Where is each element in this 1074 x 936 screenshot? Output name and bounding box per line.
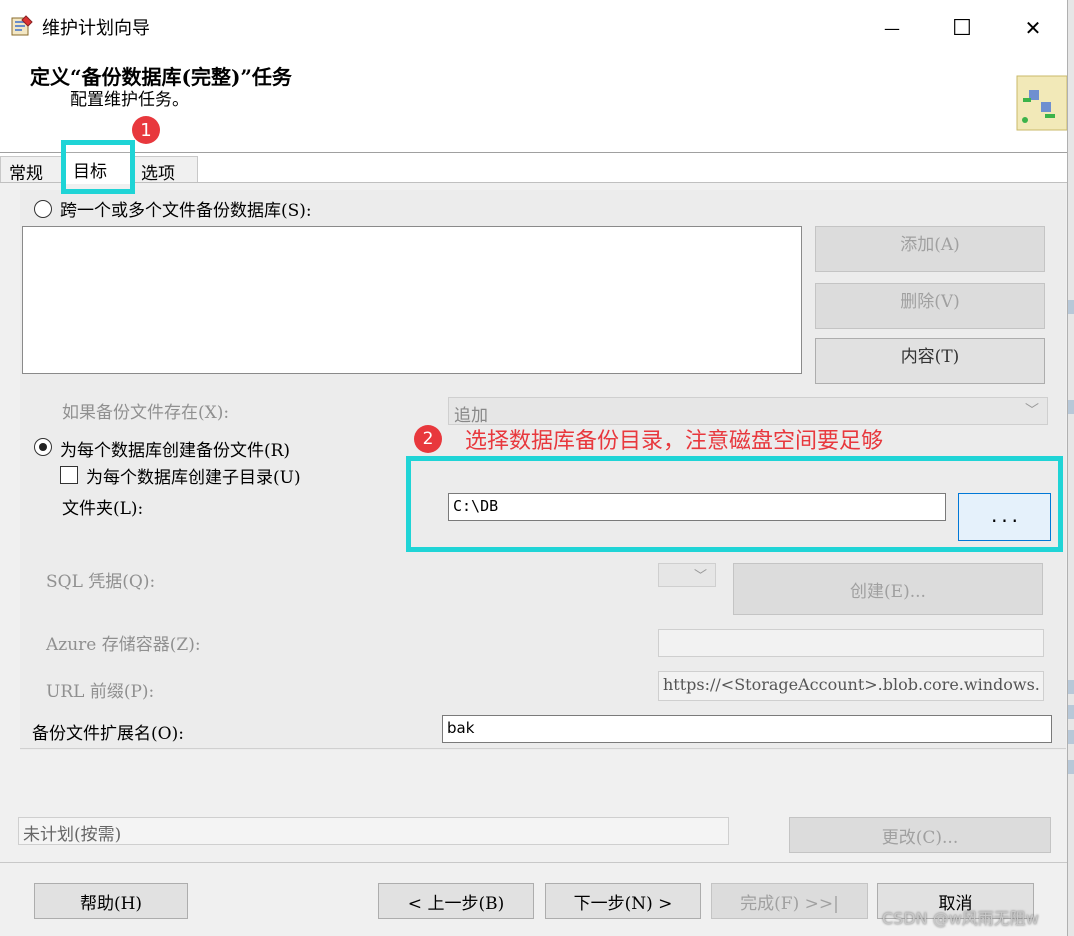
close-button[interactable]: ✕ — [1009, 8, 1057, 48]
page-subtitle: 配置维护任务。 — [70, 90, 189, 110]
back-button[interactable]: < 上一步(B) — [378, 883, 534, 919]
create-credential-button[interactable]: 创建(E)... — [733, 563, 1043, 615]
title-bar: 维护计划向导 — ☐ ✕ — [0, 0, 1067, 56]
chevron-down-icon: ﹀ — [693, 569, 707, 584]
change-schedule-button[interactable]: 更改(C)... — [789, 817, 1051, 853]
tab-general[interactable]: 常规 — [0, 156, 62, 184]
next-button[interactable]: 下一步(N) > — [545, 883, 701, 919]
maximize-button[interactable]: ☐ — [938, 8, 986, 48]
if-exists-label: 如果备份文件存在(X): — [62, 403, 230, 423]
per-database-label: 为每个数据库创建备份文件(R) — [60, 441, 291, 461]
azure-container-input[interactable] — [658, 629, 1044, 657]
help-button[interactable]: 帮助(H) — [34, 883, 188, 919]
minimize-button[interactable]: — — [868, 8, 916, 48]
backup-files-listbox[interactable] — [22, 226, 802, 374]
tab-label: 常规 — [9, 164, 43, 184]
finish-button[interactable]: 完成(F) >>| — [711, 883, 868, 919]
wizard-window: 维护计划向导 — ☐ ✕ 定义“备份数据库(完整)”任务 配置维护任务。 常规 … — [0, 0, 1068, 936]
annotation-badge-2: 2 — [414, 425, 442, 453]
annotation-highlight-folder — [406, 456, 1063, 552]
header-separator — [0, 152, 1067, 153]
tab-label: 选项 — [141, 164, 175, 184]
tab-options[interactable]: 选项 — [132, 156, 198, 184]
remove-button[interactable]: 删除(V) — [815, 283, 1045, 329]
azure-container-label: Azure 存储容器(Z): — [46, 635, 201, 655]
sql-credential-select[interactable]: ﹀ — [658, 563, 716, 587]
span-files-label: 跨一个或多个文件备份数据库(S): — [60, 201, 312, 221]
subdirectory-label: 为每个数据库创建子目录(U) — [86, 468, 301, 488]
span-files-radio[interactable] — [34, 200, 52, 218]
url-prefix-input[interactable]: https://<StorageAccount>.blob.core.windo… — [658, 671, 1044, 701]
schedule-field: 未计划(按需) — [18, 817, 729, 845]
minimize-icon: — — [884, 18, 900, 38]
annotation-badge-1: 1 — [132, 116, 160, 144]
sql-credential-label: SQL 凭据(Q): — [46, 572, 156, 592]
wizard-graphic-icon — [1016, 75, 1067, 131]
extension-input[interactable]: bak — [442, 715, 1052, 743]
panel-divider — [20, 748, 1066, 749]
folder-label: 文件夹(L): — [62, 499, 144, 519]
close-icon: ✕ — [1024, 16, 1042, 40]
watermark: CSDN @w风雨无阻w — [882, 909, 1039, 928]
add-button[interactable]: 添加(A) — [815, 226, 1045, 272]
maximize-icon: ☐ — [952, 15, 972, 41]
if-exists-select[interactable]: 追加 ﹀ — [448, 397, 1048, 426]
url-prefix-label: URL 前缀(P): — [46, 682, 155, 702]
extension-label: 备份文件扩展名(O): — [32, 724, 184, 744]
wizard-app-icon — [11, 15, 33, 36]
annotation-highlight-tab — [61, 140, 135, 194]
chevron-down-icon: ﹀ — [1025, 403, 1039, 419]
annotation-note: 选择数据库备份目录，注意磁盘空间要足够 — [465, 429, 884, 454]
per-database-radio[interactable] — [34, 438, 52, 456]
subdirectory-checkbox[interactable] — [60, 466, 78, 484]
contents-button[interactable]: 内容(T) — [815, 338, 1045, 384]
window-title: 维护计划向导 — [42, 18, 150, 39]
